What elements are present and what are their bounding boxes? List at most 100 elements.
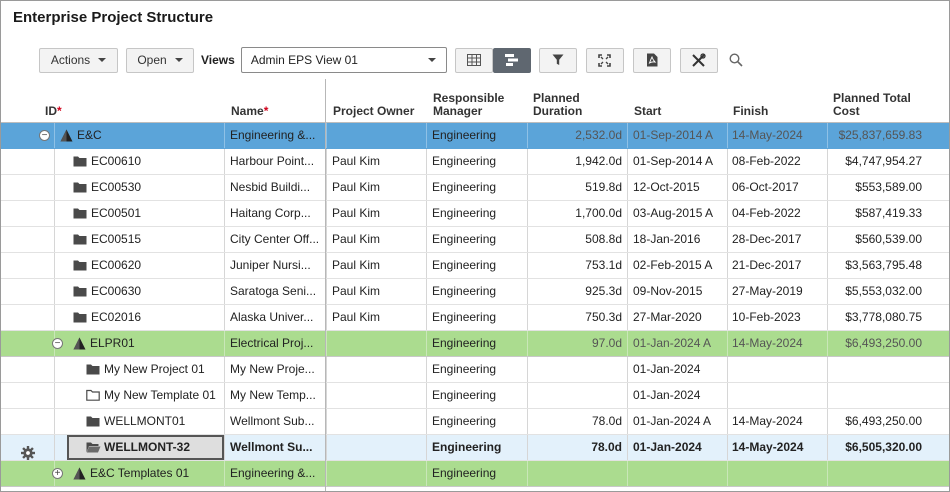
id-cell[interactable]: EC00501: [91, 201, 141, 226]
finish-cell[interactable]: 08-Feb-2022: [732, 149, 826, 174]
planned-total-cost-cell[interactable]: [827, 461, 922, 486]
expand-node-icon[interactable]: +: [52, 468, 63, 479]
project-row[interactable]: My New Template 01 My New Temp... Engineer…: [1, 383, 949, 409]
planned-total-cost-cell[interactable]: $587,419.33: [827, 201, 922, 226]
project-row[interactable]: EC00610 Harbour Point... Paul Kim Engineeri…: [1, 149, 949, 175]
project-row[interactable]: EC00501 Haitang Corp... Paul Kim Engineerin…: [1, 201, 949, 227]
start-cell[interactable]: 09-Nov-2015: [633, 279, 727, 304]
responsible-manager-cell[interactable]: Engineering: [432, 149, 526, 174]
project-owner-cell[interactable]: Paul Kim: [332, 201, 426, 226]
col-header-responsible-manager[interactable]: Responsible Manager: [433, 92, 504, 118]
id-cell[interactable]: EC00620: [91, 253, 141, 278]
tools-button[interactable]: [679, 47, 718, 73]
col-header-planned-total-cost[interactable]: Planned Total Cost: [833, 92, 911, 118]
finish-cell[interactable]: 10-Feb-2023: [732, 305, 826, 330]
id-cell[interactable]: ELPR01: [90, 331, 135, 356]
name-cell[interactable]: Nesbid Buildi...: [230, 175, 322, 200]
finish-cell[interactable]: 14-May-2024: [732, 435, 826, 460]
start-cell[interactable]: 01-Sep-2014 A: [633, 123, 727, 148]
responsible-manager-cell[interactable]: Engineering: [432, 461, 526, 486]
planned-duration-cell[interactable]: 78.0d: [527, 409, 622, 434]
planned-duration-cell[interactable]: [527, 461, 622, 486]
name-cell[interactable]: Alaska Univer...: [230, 305, 322, 330]
table-view-button[interactable]: [454, 47, 493, 73]
start-cell[interactable]: [633, 461, 727, 486]
id-cell[interactable]: EC00610: [91, 149, 141, 174]
start-cell[interactable]: 01-Sep-2014 A: [633, 149, 727, 174]
id-cell[interactable]: E&C: [77, 123, 102, 148]
planned-duration-cell[interactable]: [527, 357, 622, 382]
name-cell[interactable]: Haitang Corp...: [230, 201, 322, 226]
planned-total-cost-cell[interactable]: $553,589.00: [827, 175, 922, 200]
id-cell[interactable]: WELLMONT-32: [104, 435, 190, 460]
id-cell[interactable]: WELLMONT01: [104, 409, 185, 434]
name-cell[interactable]: Juniper Nursi...: [230, 253, 322, 278]
project-owner-cell[interactable]: [332, 123, 426, 148]
views-select[interactable]: Admin EPS View 01: [240, 47, 447, 73]
planned-total-cost-cell[interactable]: $6,493,250.00: [827, 409, 922, 434]
project-owner-cell[interactable]: [332, 383, 426, 408]
finish-cell[interactable]: [732, 461, 826, 486]
project-row[interactable]: My New Project 01 My New Proje... Engineer…: [1, 357, 949, 383]
responsible-manager-cell[interactable]: Engineering: [432, 279, 526, 304]
id-cell[interactable]: EC02016: [91, 305, 141, 330]
planned-total-cost-cell[interactable]: $4,747,954.27: [827, 149, 922, 174]
project-owner-cell[interactable]: [332, 331, 426, 356]
planned-duration-cell[interactable]: 2,532.0d: [527, 123, 622, 148]
start-cell[interactable]: 18-Jan-2016: [633, 227, 727, 252]
project-row[interactable]: EC00630 Saratoga Seni... Paul Kim Engineeri…: [1, 279, 949, 305]
eps-node-row[interactable]: − E&C Engineering &... Engineering 2,532.0d 0…: [1, 123, 949, 149]
planned-duration-cell[interactable]: 78.0d: [527, 435, 622, 460]
eps-node-row[interactable]: − ELPR01 Electrical Proj... Engineering 97.0…: [1, 331, 949, 357]
settings-button[interactable]: [20, 445, 36, 461]
col-header-finish[interactable]: Finish: [733, 105, 768, 118]
planned-duration-cell[interactable]: 519.8d: [527, 175, 622, 200]
responsible-manager-cell[interactable]: Engineering: [432, 331, 526, 356]
id-cell[interactable]: E&C Templates 01: [90, 461, 189, 486]
project-row[interactable]: WELLMONT01 Wellmont Sub... Engineering 78.0…: [1, 409, 949, 435]
id-cell[interactable]: My New Project 01: [104, 357, 205, 382]
start-cell[interactable]: 01-Jan-2024 A: [633, 409, 727, 434]
planned-duration-cell[interactable]: 508.8d: [527, 227, 622, 252]
start-cell[interactable]: 01-Jan-2024: [633, 435, 727, 460]
finish-cell[interactable]: 04-Feb-2022: [732, 201, 826, 226]
project-owner-cell[interactable]: Paul Kim: [332, 253, 426, 278]
export-pdf-button[interactable]: [632, 47, 671, 73]
project-owner-cell[interactable]: Paul Kim: [332, 175, 426, 200]
start-cell[interactable]: 01-Jan-2024: [633, 357, 727, 382]
name-cell[interactable]: Electrical Proj...: [230, 331, 322, 356]
project-owner-cell[interactable]: Paul Kim: [332, 305, 426, 330]
col-header-name[interactable]: Name*: [231, 105, 268, 118]
project-owner-cell[interactable]: Paul Kim: [332, 149, 426, 174]
col-header-start[interactable]: Start: [634, 105, 661, 118]
start-cell[interactable]: 27-Mar-2020: [633, 305, 727, 330]
finish-cell[interactable]: 21-Dec-2017: [732, 253, 826, 278]
responsible-manager-cell[interactable]: Engineering: [432, 253, 526, 278]
name-cell[interactable]: My New Temp...: [230, 383, 322, 408]
project-owner-cell[interactable]: [332, 357, 426, 382]
open-button[interactable]: Open: [126, 47, 194, 73]
id-cell[interactable]: EC00515: [91, 227, 141, 252]
finish-cell[interactable]: 14-May-2024: [732, 409, 826, 434]
project-owner-cell[interactable]: [332, 461, 426, 486]
project-row[interactable]: EC00530 Nesbid Buildi... Paul Kim Engineeri…: [1, 175, 949, 201]
name-cell[interactable]: Engineering &...: [230, 461, 322, 486]
responsible-manager-cell[interactable]: Engineering: [432, 435, 526, 460]
finish-cell[interactable]: 14-May-2024: [732, 123, 826, 148]
planned-total-cost-cell[interactable]: [827, 383, 922, 408]
finish-cell[interactable]: 14-May-2024: [732, 331, 826, 356]
planned-total-cost-cell[interactable]: $560,539.00: [827, 227, 922, 252]
filter-button[interactable]: [538, 47, 577, 73]
col-header-planned-duration[interactable]: Planned Duration: [533, 92, 582, 118]
planned-total-cost-cell[interactable]: $5,553,032.00: [827, 279, 922, 304]
project-owner-cell[interactable]: [332, 435, 426, 460]
gantt-view-button[interactable]: [492, 47, 531, 73]
start-cell[interactable]: 01-Jan-2024: [633, 383, 727, 408]
project-owner-cell[interactable]: Paul Kim: [332, 227, 426, 252]
planned-total-cost-cell[interactable]: $6,493,250.00: [827, 331, 922, 356]
planned-duration-cell[interactable]: 753.1d: [527, 253, 622, 278]
project-row[interactable]: EC02016 Alaska Univer... Paul Kim Engineeri…: [1, 305, 949, 331]
search-button[interactable]: [724, 48, 748, 72]
project-owner-cell[interactable]: [332, 409, 426, 434]
planned-total-cost-cell[interactable]: [827, 357, 922, 382]
